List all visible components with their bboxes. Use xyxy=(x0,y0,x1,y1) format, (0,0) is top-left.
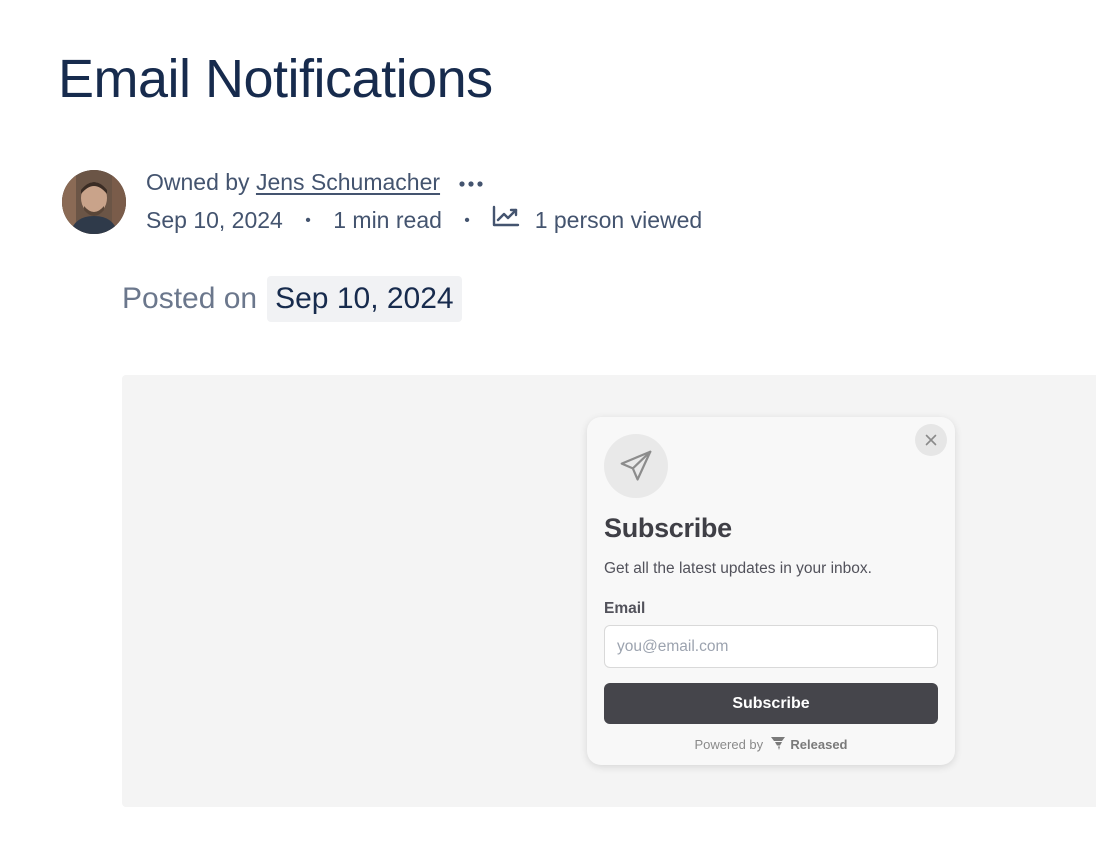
avatar[interactable] xyxy=(62,170,126,234)
email-label: Email xyxy=(604,600,646,617)
views-indicator[interactable]: 1 person viewed xyxy=(492,205,703,233)
close-button[interactable] xyxy=(915,424,947,456)
date-chip[interactable]: Sep 10, 2024 xyxy=(267,276,462,322)
owner-link[interactable]: Jens Schumacher xyxy=(256,169,440,195)
separator: • xyxy=(464,212,470,229)
page-meta-line: Sep 10, 2024 • 1 min read • 1 person vie… xyxy=(146,205,703,238)
posted-on-line: Posted on Sep 10, 2024 xyxy=(122,276,462,322)
subscribe-button[interactable]: Subscribe xyxy=(604,683,938,724)
brand-name: Released xyxy=(790,737,848,752)
owner-line: Owned by Jens Schumacher xyxy=(146,168,484,198)
powered-by-label: Powered by xyxy=(694,737,764,752)
trending-up-icon xyxy=(492,205,520,233)
publish-date: Sep 10, 2024 xyxy=(146,207,283,233)
posted-on-label: Posted on xyxy=(122,282,258,315)
owned-by-label: Owned by xyxy=(146,169,250,195)
powered-by[interactable]: Powered by Released xyxy=(587,736,955,754)
email-field[interactable] xyxy=(604,625,938,668)
separator: • xyxy=(305,212,311,229)
embedded-preview: Subscribe Get all the latest updates in … xyxy=(122,375,1096,807)
widget-title: Subscribe xyxy=(604,513,732,543)
released-logo-icon xyxy=(770,736,785,753)
widget-description: Get all the latest updates in your inbox… xyxy=(604,560,872,577)
paper-plane-icon xyxy=(620,450,652,481)
close-icon xyxy=(925,434,937,446)
page-title: Email Notifications xyxy=(58,49,493,109)
more-horizontal-icon[interactable] xyxy=(458,166,484,194)
avatar-photo xyxy=(62,170,126,234)
read-time: 1 min read xyxy=(333,207,442,233)
views-count: 1 person viewed xyxy=(534,207,703,233)
subscribe-widget: Subscribe Get all the latest updates in … xyxy=(587,417,955,765)
plane-badge xyxy=(604,434,668,498)
